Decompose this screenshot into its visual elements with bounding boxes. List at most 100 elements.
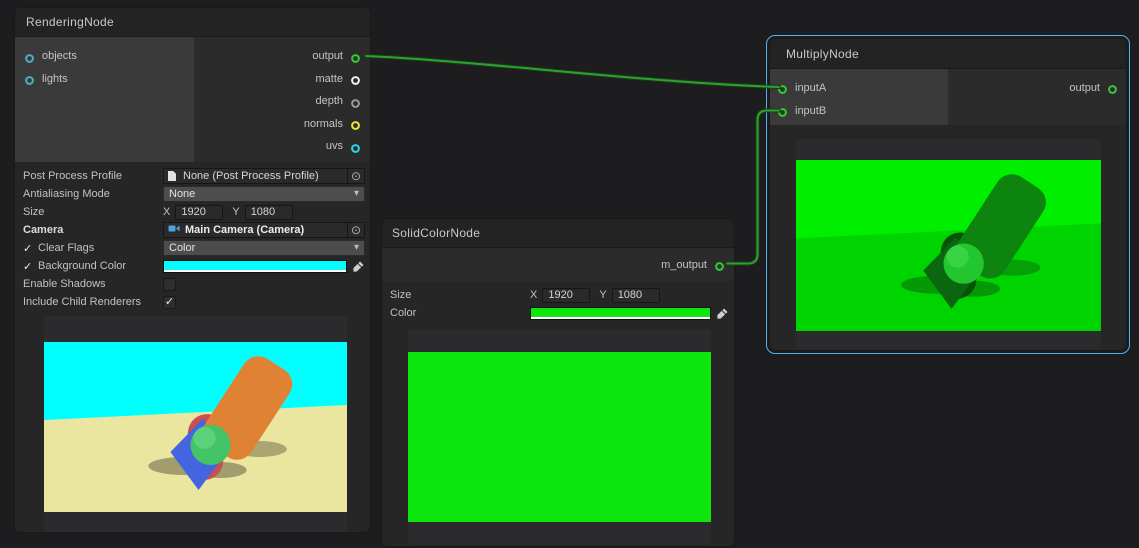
rendering-node-title: RenderingNode <box>26 15 114 29</box>
camera-label: Camera <box>23 224 163 236</box>
eyedropper-icon[interactable] <box>352 260 365 273</box>
solid-color-node-title: SolidColorNode <box>392 226 480 240</box>
enable-shadows-label: Enable Shadows <box>23 278 163 290</box>
background-color-swatch[interactable] <box>163 260 347 273</box>
input-port-inputB-label: inputB <box>795 105 826 117</box>
multiply-preview-panel <box>796 139 1101 351</box>
prop-row-solid-size: Size X 1920 Y 1080 <box>382 286 734 304</box>
object-picker-icon: ⊙ <box>351 224 361 236</box>
solid-color-swatch[interactable] <box>530 307 711 320</box>
port-row-objects: objects <box>15 45 194 68</box>
background-color-checkmark[interactable]: ✓ <box>23 260 38 273</box>
profile-document-icon <box>168 171 176 181</box>
rendering-preview-panel <box>44 316 347 533</box>
node-solid-color[interactable]: SolidColorNode m_output Size X 1920 Y 1 <box>381 218 735 547</box>
camera-icon <box>168 224 180 236</box>
enable-shadows-checkbox[interactable] <box>163 278 176 291</box>
antialiasing-mode-dropdown[interactable]: None ▾ <box>163 186 365 202</box>
size-label: Size <box>23 206 163 218</box>
solid-size-x-axis-label: X <box>530 289 537 301</box>
prop-row-include-child-renderers: Include Child Renderers ✓ <box>15 293 370 311</box>
size-x-field[interactable]: 1920 <box>175 205 223 220</box>
prop-row-camera: Camera Main Camera (Camera) ⊙ <box>15 221 370 239</box>
output-port-uvs-label: uvs <box>326 140 343 152</box>
rendering-input-panel: objects lights <box>15 37 194 162</box>
output-port-multiply-output-icon[interactable] <box>1107 82 1118 93</box>
rendering-node-header[interactable]: RenderingNode <box>15 8 370 37</box>
output-port-normals-label: normals <box>304 118 343 130</box>
output-port-normals-icon[interactable] <box>350 118 361 129</box>
output-port-m-output-icon[interactable] <box>714 259 725 270</box>
edge-rendering-output-to-multiply-inputA[interactable] <box>366 56 779 87</box>
multiply-ports-area: inputA inputB output <box>770 69 1126 125</box>
input-port-lights-label: lights <box>42 73 68 85</box>
clear-flags-checkmark[interactable]: ✓ <box>23 242 38 255</box>
prop-row-post-process-profile: Post Process Profile None (Post Process … <box>15 167 370 185</box>
solid-color-preview-panel <box>408 329 711 545</box>
port-row-uvs: uvs <box>194 135 370 158</box>
output-port-depth-icon[interactable] <box>350 96 361 107</box>
chevron-down-icon: ▾ <box>354 188 359 199</box>
prop-row-clear-flags: ✓ Clear Flags Color ▾ <box>15 239 370 257</box>
output-port-output-icon[interactable] <box>350 51 361 62</box>
input-port-lights-icon[interactable] <box>24 73 35 84</box>
camera-object-picker-button[interactable]: ⊙ <box>347 223 364 237</box>
object-picker-button[interactable]: ⊙ <box>347 169 364 183</box>
port-row-depth: depth <box>194 90 370 113</box>
multiply-output-panel: output <box>948 69 1126 125</box>
output-port-matte-icon[interactable] <box>350 73 361 84</box>
node-rendering[interactable]: RenderingNode objects lights <box>14 7 371 533</box>
input-port-inputA-icon[interactable] <box>777 82 788 93</box>
post-process-profile-field[interactable]: None (Post Process Profile) ⊙ <box>163 168 365 184</box>
antialiasing-mode-value: None <box>169 188 195 200</box>
post-process-profile-value: None (Post Process Profile) <box>180 170 347 182</box>
solid-size-x-field[interactable]: 1920 <box>542 288 590 303</box>
post-process-profile-label: Post Process Profile <box>23 170 163 182</box>
camera-field[interactable]: Main Camera (Camera) ⊙ <box>163 222 365 238</box>
input-port-objects-icon[interactable] <box>24 51 35 62</box>
port-row-m-output: m_output <box>382 253 734 276</box>
port-row-multiply-output: output <box>948 76 1126 99</box>
node-graph-canvas[interactable]: RenderingNode objects lights <box>0 0 1139 548</box>
output-port-depth-label: depth <box>315 95 343 107</box>
rendering-output-panel: output matte depth <box>194 37 370 162</box>
solid-color-node-header[interactable]: SolidColorNode <box>382 219 734 248</box>
multiply-node-title: MultiplyNode <box>786 47 859 61</box>
node-multiply[interactable]: MultiplyNode inputA inputB <box>769 38 1127 351</box>
include-child-renderers-label: Include Child Renderers <box>23 296 163 308</box>
size-y-axis-label: Y <box>232 206 239 218</box>
rendering-preview-image <box>44 342 347 512</box>
solid-size-label: Size <box>390 289 530 301</box>
clear-flags-dropdown[interactable]: Color ▾ <box>163 240 365 256</box>
clear-flags-label: ✓ Clear Flags <box>23 242 163 255</box>
clear-flags-value: Color <box>169 242 195 254</box>
solid-size-y-field[interactable]: 1080 <box>612 288 660 303</box>
port-row-output: output <box>194 45 370 68</box>
prop-row-enable-shadows: Enable Shadows <box>15 275 370 293</box>
output-port-multiply-output-label: output <box>1069 82 1100 94</box>
prop-row-solid-color: Color <box>382 304 734 322</box>
camera-value: Main Camera (Camera) <box>182 224 347 236</box>
multiply-node-header[interactable]: MultiplyNode <box>770 39 1126 69</box>
eyedropper-icon[interactable] <box>716 307 729 320</box>
size-y-field[interactable]: 1080 <box>245 205 293 220</box>
prop-row-antialiasing-mode: Antialiasing Mode None ▾ <box>15 185 370 203</box>
input-port-inputB-icon[interactable] <box>777 105 788 116</box>
rendering-ports-area: objects lights output matte <box>15 37 370 162</box>
solid-size-y-axis-label: Y <box>599 289 606 301</box>
port-row-inputB: inputB <box>770 99 948 122</box>
multiply-input-panel: inputA inputB <box>770 69 948 125</box>
input-port-inputA-label: inputA <box>795 82 826 94</box>
antialiasing-mode-label: Antialiasing Mode <box>23 188 163 200</box>
output-port-matte-label: matte <box>315 73 343 85</box>
solid-color-preview-image <box>408 352 711 522</box>
output-port-uvs-icon[interactable] <box>350 141 361 152</box>
input-port-objects-label: objects <box>42 50 77 62</box>
prop-row-background-color: ✓ Background Color <box>15 257 370 275</box>
object-picker-icon: ⊙ <box>351 170 361 182</box>
solid-color-output-panel: m_output <box>382 248 734 281</box>
include-child-renderers-checkbox[interactable]: ✓ <box>163 296 176 309</box>
multiply-preview-image <box>796 160 1101 331</box>
chevron-down-icon: ▾ <box>354 242 359 253</box>
solid-color-properties: Size X 1920 Y 1080 Color <box>382 281 734 324</box>
